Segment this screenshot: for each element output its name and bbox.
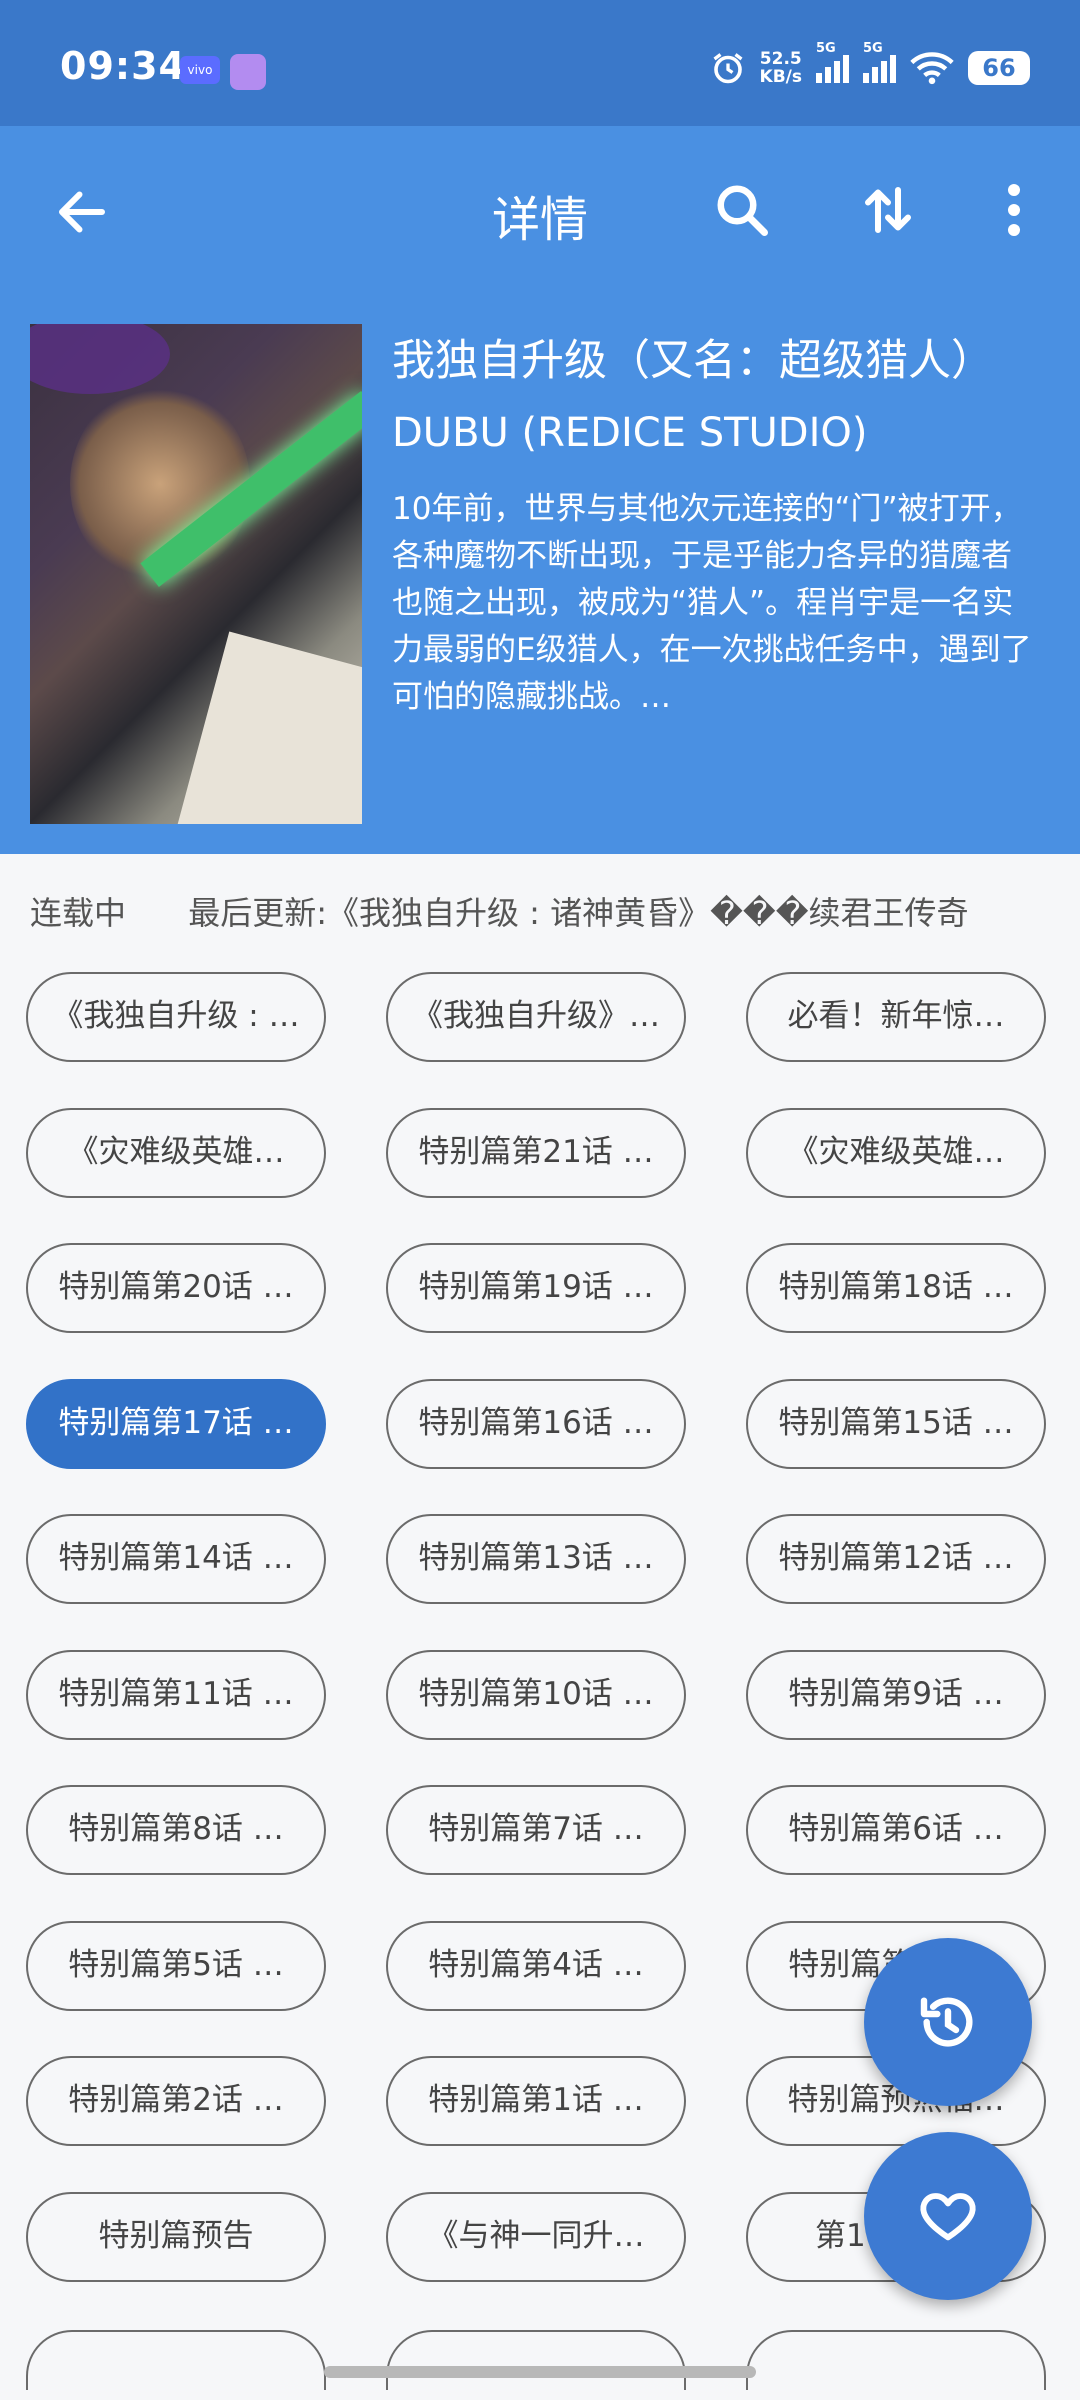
history-icon xyxy=(920,1997,973,2047)
network-speed: 52.5 KB/s xyxy=(760,50,802,86)
chapter-chip[interactable]: 特别篇第1话 … xyxy=(386,2056,686,2146)
book-title: 我独自升级（又名：超级猎人） xyxy=(392,336,994,386)
chapter-chip[interactable]: 必看！新年惊… xyxy=(746,972,1046,1062)
book-cover-image[interactable] xyxy=(30,324,362,824)
detail-header: 详情 我独自升级（又名：超级猎人） DUBU (REDICE STUDIO) 1… xyxy=(0,126,1080,854)
network-type-2: 5G xyxy=(863,41,883,56)
chapter-chip-partial[interactable] xyxy=(746,2330,1046,2390)
last-update: 最后更新:《我独自升级 : 诸神黄昏》���续君王传奇 xyxy=(188,894,969,932)
app-notification-icon xyxy=(230,54,266,90)
page-title: 详情 xyxy=(491,192,588,248)
book-author: DUBU (REDICE STUDIO) xyxy=(392,410,868,456)
toolbar: 详情 xyxy=(0,126,1080,296)
chapter-chip[interactable]: 《灾难级英雄… xyxy=(746,1108,1046,1198)
chapter-chip[interactable]: 特别篇第5话 … xyxy=(26,1921,326,2011)
chapter-chip[interactable]: 《与神一同升… xyxy=(386,2192,686,2282)
chapter-chip[interactable]: 特别篇第13话 … xyxy=(386,1514,686,1604)
status-indicators: 52.5 KB/s 5G 5G 66 xyxy=(710,41,1030,90)
sort-icon[interactable] xyxy=(858,180,918,240)
book-description[interactable]: 10年前，世界与其他次元连接的“门”被打开，各种魔物不断出现，于是乎能力各异的猎… xyxy=(392,486,1042,721)
chapter-chip-partial[interactable] xyxy=(386,2330,686,2390)
chapter-chip[interactable]: 特别篇第14话 … xyxy=(26,1514,326,1604)
alarm-icon xyxy=(713,53,743,84)
chapter-chip[interactable]: 特别篇预告 xyxy=(26,2192,326,2282)
chapter-chip[interactable]: 特别篇第19话 … xyxy=(386,1243,686,1333)
chapter-chip[interactable]: 特别篇第20话 … xyxy=(26,1243,326,1333)
network-speed-unit: KB/s xyxy=(759,67,802,87)
chapter-chip[interactable]: 特别篇第6话 … xyxy=(746,1785,1046,1875)
signal-1-icon: 5G xyxy=(816,41,849,83)
chapter-chip[interactable]: 特别篇第10话 … xyxy=(386,1650,686,1740)
update-info: 连载中 最后更新:《我独自升级 : 诸神黄昏》���续君王传奇 xyxy=(30,888,1060,934)
status-time: 09:34 xyxy=(60,44,186,88)
network-speed-value: 52.5 xyxy=(759,49,802,69)
chapter-chip[interactable]: 《我独自升级》… xyxy=(386,972,686,1062)
favorite-heart-icon xyxy=(920,2193,976,2241)
chapter-chip[interactable]: 特别篇第2话 … xyxy=(26,2056,326,2146)
chapter-chip[interactable]: 特别篇第16话 … xyxy=(386,1379,686,1469)
chapter-chip[interactable]: 特别篇第8话 … xyxy=(26,1785,326,1875)
chapter-chip[interactable]: 特别篇第9话 … xyxy=(746,1650,1046,1740)
chapter-chip[interactable]: 特别篇第12话 … xyxy=(746,1514,1046,1604)
chapter-chip[interactable]: 特别篇第4话 … xyxy=(386,1921,686,2011)
chapter-chip[interactable]: 《灾难级英雄… xyxy=(26,1108,326,1198)
wifi-icon xyxy=(910,52,954,85)
chapter-chip[interactable]: 特别篇第11话 … xyxy=(26,1650,326,1740)
network-type-1: 5G xyxy=(816,41,836,56)
chapter-chip[interactable]: 特别篇第17话 … xyxy=(26,1379,326,1469)
signal-2-icon: 5G xyxy=(863,41,896,83)
more-vert-icon[interactable] xyxy=(994,180,1034,240)
chapter-chip[interactable]: 《我独自升级 : … xyxy=(26,972,326,1062)
chapter-chip-partial[interactable] xyxy=(26,2330,326,2390)
favorite-button[interactable] xyxy=(864,2132,1032,2300)
vivo-brand-icon: vivo xyxy=(180,56,220,84)
chapter-chip[interactable]: 特别篇第7话 … xyxy=(386,1785,686,1875)
chapter-chip[interactable]: 特别篇第15话 … xyxy=(746,1379,1046,1469)
chapter-chip[interactable]: 特别篇第18话 … xyxy=(746,1243,1046,1333)
chapter-chip[interactable]: 特别篇第21话 … xyxy=(386,1108,686,1198)
search-icon[interactable] xyxy=(712,180,772,240)
history-button[interactable] xyxy=(864,1938,1032,2106)
battery-icon: 66 xyxy=(968,51,1030,85)
gesture-bar[interactable] xyxy=(324,2366,756,2378)
status-bar: 09:34 vivo 52.5 KB/s 5G 5G 66 xyxy=(0,0,1080,126)
serial-status: 连载中 xyxy=(30,894,127,932)
